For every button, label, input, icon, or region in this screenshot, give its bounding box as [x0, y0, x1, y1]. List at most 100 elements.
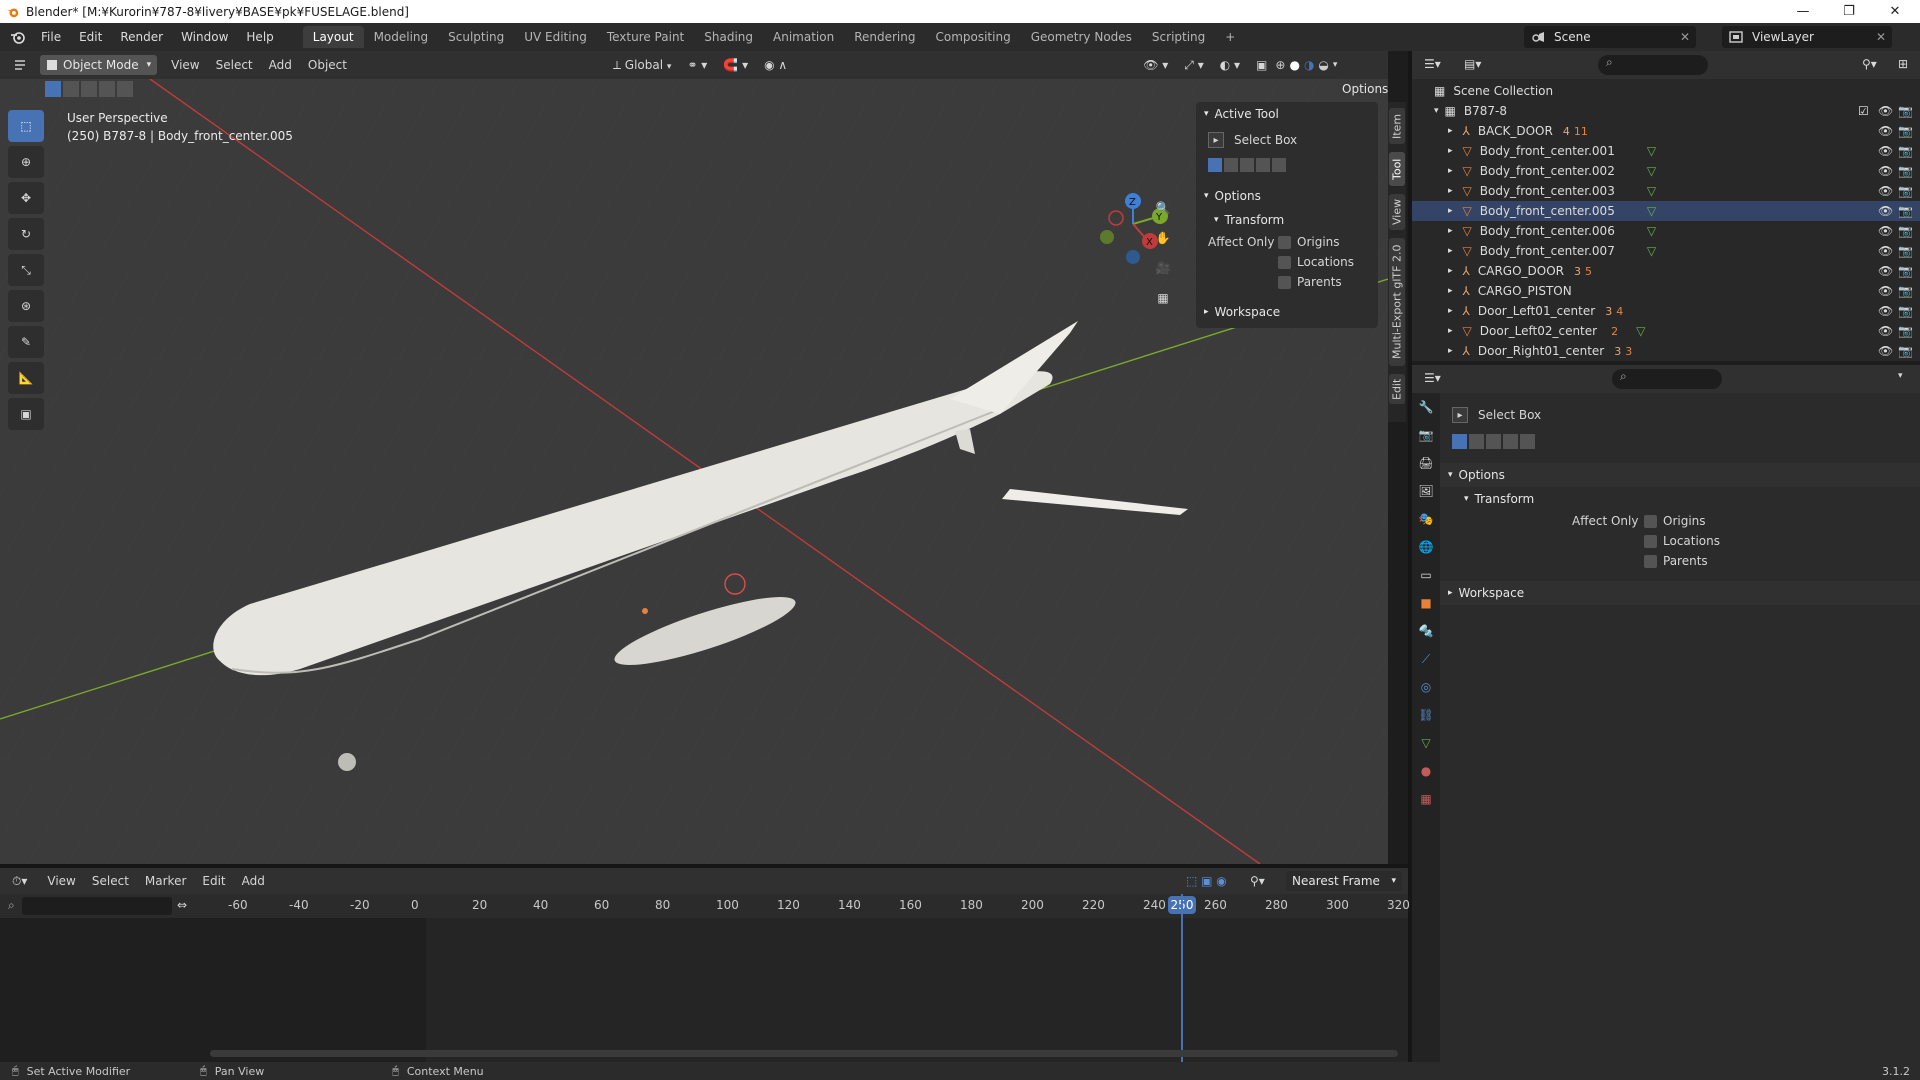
shading-material-icon[interactable]: ◑ [1304, 58, 1314, 72]
material-tab-icon[interactable]: ● [1412, 757, 1440, 785]
zoom-icon[interactable]: 🔍 [1150, 193, 1176, 223]
shading-rendered-icon[interactable]: ◒ [1318, 58, 1328, 72]
eye-icon[interactable]: 👁 [1878, 324, 1893, 338]
3d-viewport[interactable]: Z Y X User Perspective (250) B787-8 | Bo… [0, 79, 1388, 864]
menu-select[interactable]: Select [208, 58, 261, 72]
timeline-menu-select[interactable]: Select [84, 874, 137, 888]
tab-scripting[interactable]: Scripting [1142, 26, 1215, 48]
camera-icon[interactable]: 📷 [1898, 244, 1913, 258]
outliner-item[interactable]: ▸ ⅄ CARGO_PISTON 👁 📷 [1412, 281, 1920, 301]
menu-window[interactable]: Window [172, 23, 237, 51]
pivot-icon[interactable]: ⚭ ▾ [679, 58, 715, 72]
eye-icon[interactable]: 👁 [1878, 124, 1893, 138]
select-intersect-icon[interactable] [117, 81, 133, 97]
tab-geometry-nodes[interactable]: Geometry Nodes [1021, 26, 1142, 48]
tab-edit[interactable]: Edit [1389, 374, 1405, 404]
eye-icon[interactable]: 👁 [1878, 264, 1893, 278]
data-tab-icon[interactable]: ▽ [1412, 729, 1440, 757]
eye-icon[interactable]: 👁 [1878, 244, 1893, 258]
mesh-data-icon[interactable]: ▽ [1647, 164, 1656, 178]
mode-invert-icon[interactable] [1256, 158, 1270, 172]
active-tool-header[interactable]: ▾ Active Tool [1196, 102, 1378, 126]
locations-checkbox[interactable] [1644, 534, 1657, 548]
rotate-tool[interactable]: ↻ [8, 218, 44, 250]
timeline-menu-view[interactable]: View [39, 874, 83, 888]
eye-icon[interactable]: 👁 [1878, 144, 1893, 158]
eye-icon[interactable]: 👁 [1878, 284, 1893, 298]
shading-wireframe-icon[interactable]: ⊕ [1275, 58, 1285, 72]
tab-item[interactable]: Item [1389, 108, 1405, 144]
menu-help[interactable]: Help [237, 23, 282, 51]
render-tab-icon[interactable]: 📷 [1412, 421, 1440, 449]
properties-search-input[interactable]: ⌕ [1612, 369, 1722, 389]
close-icon[interactable]: ✕ [1876, 30, 1886, 44]
camera-icon[interactable]: 📷 [1898, 304, 1913, 318]
timeline-menu-edit[interactable]: Edit [194, 874, 233, 888]
mode-extend-icon[interactable] [1224, 158, 1238, 172]
menu-add[interactable]: Add [261, 58, 300, 72]
menu-file[interactable]: File [32, 23, 70, 51]
timeline-body[interactable] [0, 894, 1408, 1064]
minimize-button[interactable]: — [1780, 0, 1826, 23]
gizmo-toggle-icon[interactable]: ⤢ ▾ [1176, 58, 1211, 73]
timeline-scrollbar[interactable] [210, 1050, 1398, 1057]
view-layer-tab-icon[interactable]: 🖼 [1412, 477, 1440, 505]
mode-new-icon[interactable] [1452, 433, 1467, 449]
checkbox-icon[interactable]: ☑ [1858, 104, 1869, 118]
chevron-down-icon[interactable]: ▾ [1898, 371, 1903, 381]
playhead[interactable] [1181, 894, 1183, 1064]
timeline-menu-add[interactable]: Add [234, 874, 273, 888]
xray-toggle-icon[interactable]: ▣ [1248, 58, 1275, 72]
chevron-right-icon[interactable]: ▸ [1448, 306, 1453, 316]
props-workspace-header[interactable]: ▸ Workspace [1440, 581, 1920, 605]
overlay-toggle-icon[interactable]: ◐ ▾ [1212, 58, 1248, 72]
pan-hand-icon[interactable]: ✋ [1150, 223, 1176, 253]
search-icon[interactable]: ⌕ [8, 898, 15, 913]
outliner-item[interactable]: ▸ ▽ Body_front_center.005 ▽ 👁 📷 [1412, 201, 1920, 221]
chevron-right-icon[interactable]: ▸ [1448, 146, 1453, 156]
parents-checkbox[interactable] [1278, 275, 1291, 289]
eye-icon[interactable]: 👁 [1878, 164, 1893, 178]
locations-checkbox[interactable] [1278, 255, 1291, 269]
cursor-tool[interactable]: ⊕ [8, 146, 44, 178]
properties-editor-icon[interactable]: ☰▾ [1424, 371, 1441, 385]
proportional-editing-icon[interactable]: ◉ ∧ [756, 58, 795, 72]
tab-animation[interactable]: Animation [763, 26, 844, 48]
object-tab-icon[interactable]: ■ [1412, 589, 1440, 617]
tab-multi-export[interactable]: Multi-Export glTF 2.0 [1389, 238, 1405, 366]
camera-icon[interactable]: 📷 [1898, 184, 1913, 198]
physics-tab-icon[interactable]: ◎ [1412, 673, 1440, 701]
texture-tab-icon[interactable]: ▦ [1412, 785, 1440, 813]
eye-icon[interactable]: 👁 [1878, 104, 1893, 118]
chevron-right-icon[interactable]: ▸ [1448, 186, 1453, 196]
outliner-item[interactable]: ▸ ▽ Body_front_center.002 ▽ 👁 📷 [1412, 161, 1920, 181]
tab-texture-paint[interactable]: Texture Paint [597, 26, 694, 48]
mesh-data-icon[interactable]: ▽ [1647, 224, 1656, 238]
select-extend-icon[interactable] [63, 81, 79, 97]
mesh-data-icon[interactable]: ▽ [1647, 184, 1656, 198]
collection-row[interactable]: ▾ ▦ B787-8 ☑ 👁 📷 [1412, 101, 1920, 121]
mode-subtract-icon[interactable] [1486, 433, 1501, 449]
visibility-icon[interactable]: 👁 ▾ [1135, 58, 1176, 72]
workspace-header[interactable]: ▸ Workspace [1196, 300, 1378, 324]
chevron-right-icon[interactable]: ▸ [1448, 126, 1453, 136]
annotate-tool[interactable]: ✎ [8, 326, 44, 358]
select-invert-icon[interactable] [99, 81, 115, 97]
mesh-data-icon[interactable]: ▽ [1647, 244, 1656, 258]
measure-tool[interactable]: 📐 [8, 362, 44, 394]
mode-new-icon[interactable] [1208, 158, 1222, 172]
modifier-tab-icon[interactable]: 🔩 [1412, 617, 1440, 645]
camera-icon[interactable]: 📷 [1898, 344, 1913, 358]
tab-uv-editing[interactable]: UV Editing [514, 26, 597, 48]
add-cube-tool[interactable]: ▣ [8, 398, 44, 430]
mode-intersect-icon[interactable] [1272, 158, 1286, 172]
tab-shading[interactable]: Shading [694, 26, 763, 48]
filter-icon[interactable]: ⚲▾ [1250, 874, 1265, 888]
display-mode-icon[interactable]: ▤▾ [1464, 57, 1481, 71]
swap-icon[interactable]: ⇔ [177, 898, 187, 912]
tab-layout[interactable]: Layout [302, 26, 364, 48]
shading-solid-icon[interactable]: ● [1289, 58, 1299, 72]
outliner-item[interactable]: ▸ ▽ Body_front_center.007 ▽ 👁 📷 [1412, 241, 1920, 261]
camera-view-icon[interactable]: 🎥 [1150, 253, 1176, 283]
timeline-search-input[interactable] [22, 897, 172, 915]
